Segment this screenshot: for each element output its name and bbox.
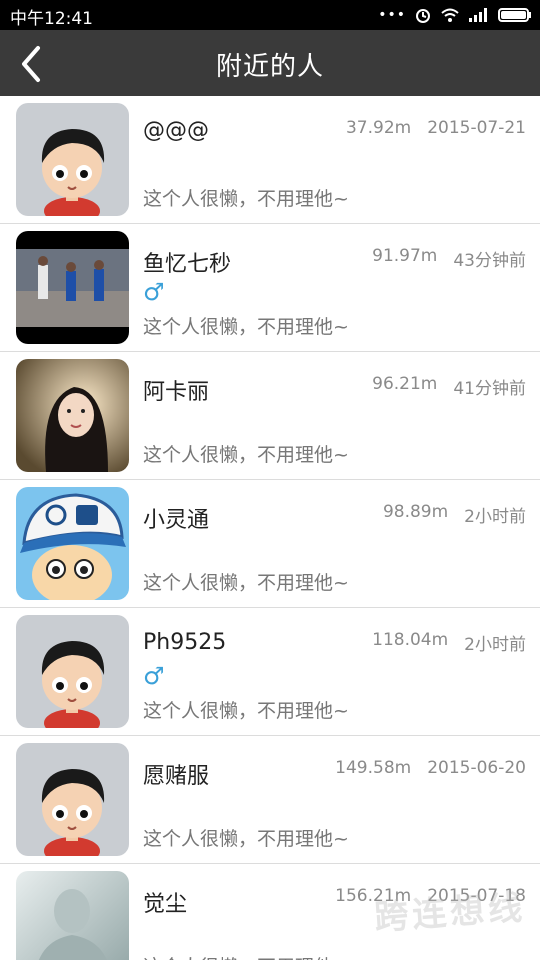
avatar — [16, 359, 129, 472]
cartoon-boy-avatar-icon — [16, 103, 129, 216]
user-name: Ph9525 — [143, 630, 227, 655]
page-title: 附近的人 — [215, 52, 324, 82]
meta-info: 91.97m 43分钟前 — [372, 246, 526, 271]
battery-icon — [498, 8, 531, 22]
user-name: 小灵通 — [143, 508, 210, 533]
signature: 这个人很懒，不用理他~ — [143, 444, 349, 466]
signature: 这个人很懒，不用理他~ — [143, 828, 349, 850]
basketball-photo-avatar-icon — [16, 231, 129, 344]
signature: 这个人很懒，不用理他~ — [143, 316, 349, 338]
distance: 98.89m — [382, 502, 449, 522]
list-item[interactable]: 小灵通 98.89m 2小时前 这个人很懒，不用理他~ — [0, 480, 540, 608]
cartoon-boy-avatar-icon — [16, 615, 129, 728]
signature: 这个人很懒，不用理他~ — [143, 572, 349, 594]
cartoon-boy-avatar-icon — [16, 743, 129, 856]
meta-info: 149.58m 2015-06-20 — [335, 758, 526, 778]
male-gender-icon: ♂ — [143, 278, 165, 306]
girl-photo-avatar-icon — [16, 359, 129, 472]
signature: 这个人很懒，不用理他~ — [143, 952, 349, 960]
user-name: 鱼忆七秒 — [143, 252, 232, 277]
user-name: @@@ — [143, 118, 209, 143]
meta-info: 96.21m 41分钟前 — [372, 374, 526, 399]
signature: 这个人很懒，不用理他~ — [143, 700, 349, 722]
meta-info: 98.89m 2小时前 — [383, 502, 526, 527]
last-seen: 41分钟前 — [453, 379, 526, 399]
distance: 149.58m — [335, 758, 412, 778]
list-item[interactable]: @@@ 37.92m 2015-07-21 这个人很懒，不用理他~ — [0, 96, 540, 224]
distance: 96.21m — [372, 374, 438, 394]
title-bar: 附近的人 — [0, 30, 540, 96]
avatar — [16, 487, 129, 600]
last-seen: 2015-06-20 — [427, 758, 526, 778]
status-time: 中午12:41 — [10, 9, 93, 29]
user-name: 阿卡丽 — [143, 380, 210, 405]
cap-boy-avatar-icon — [16, 487, 129, 600]
last-seen: 43分钟前 — [453, 251, 526, 271]
distance: 91.97m — [372, 246, 438, 266]
distance: 37.92m — [345, 118, 412, 138]
more-dots-icon: ••• — [378, 7, 406, 23]
status-bar: 中午12:41 ••• — [0, 0, 540, 30]
user-name: 觉尘 — [143, 892, 188, 917]
status-icons: ••• — [378, 6, 532, 24]
list-item[interactable]: Ph9525 ♂ 118.04m 2小时前 这个人很懒，不用理他~ — [0, 608, 540, 736]
meta-info: 37.92m 2015-07-21 — [346, 118, 526, 138]
user-name: 愿赌服 — [143, 764, 210, 789]
avatar — [16, 103, 129, 216]
avatar — [16, 743, 129, 856]
avatar — [16, 871, 129, 960]
list-item[interactable]: 阿卡丽 96.21m 41分钟前 这个人很懒，不用理他~ — [0, 352, 540, 480]
last-seen: 2015-07-21 — [427, 118, 526, 138]
nearby-people-list: @@@ 37.92m 2015-07-21 这个人很懒，不用理他~ 鱼忆七秒 ♂… — [0, 96, 540, 960]
meta-info: 118.04m 2小时前 — [372, 630, 526, 655]
signal-icon — [469, 8, 487, 22]
signature: 这个人很懒，不用理他~ — [143, 188, 349, 210]
last-seen: 2小时前 — [464, 507, 526, 527]
ghost-photo-avatar-icon — [16, 871, 129, 960]
avatar — [16, 615, 129, 728]
alarm-icon — [416, 9, 430, 23]
distance: 118.04m — [372, 630, 449, 650]
avatar — [16, 231, 129, 344]
list-item[interactable]: 愿赌服 149.58m 2015-06-20 这个人很懒，不用理他~ — [0, 736, 540, 864]
male-gender-icon: ♂ — [143, 662, 165, 690]
wifi-icon — [441, 8, 459, 22]
list-item[interactable]: 鱼忆七秒 ♂ 91.97m 43分钟前 这个人很懒，不用理他~ — [0, 224, 540, 352]
last-seen: 2小时前 — [464, 635, 526, 655]
